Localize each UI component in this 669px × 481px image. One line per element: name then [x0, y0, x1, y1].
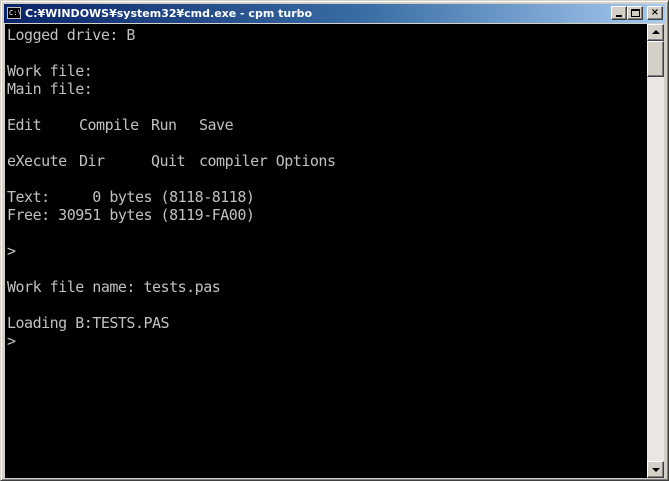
menu-edit: Edit: [7, 116, 42, 134]
menu-compiler-options: compiler Options: [199, 152, 336, 170]
menu-execute: eXecute: [7, 152, 67, 170]
cmd-window: C:\ C:¥WINDOWS¥system32¥cmd.exe - cpm tu…: [0, 0, 669, 481]
scroll-up-button[interactable]: [647, 24, 664, 41]
main-file-line: Main file:: [7, 80, 93, 98]
menu-save: Save: [199, 116, 234, 134]
maximize-icon: [631, 9, 640, 17]
scroll-down-button[interactable]: [647, 461, 664, 478]
close-button[interactable]: ×: [647, 6, 663, 20]
work-file-name-line: Work file name: tests.pas: [7, 278, 221, 296]
menu-compile: Compile: [79, 116, 139, 134]
menu-run: Run: [151, 116, 177, 134]
title-bar[interactable]: C:\ C:¥WINDOWS¥system32¥cmd.exe - cpm tu…: [4, 4, 665, 23]
window-title: C:¥WINDOWS¥system32¥cmd.exe - cpm turbo: [25, 7, 313, 20]
free-memory-line: Free: 30951 bytes (8119-FA00): [7, 206, 255, 224]
arrow-up-icon: [652, 30, 660, 34]
console-icon[interactable]: C:\: [7, 7, 21, 19]
logged-drive-line: Logged drive: B: [7, 26, 135, 44]
prompt-line: >: [7, 242, 16, 260]
vertical-scrollbar[interactable]: [647, 24, 664, 478]
maximize-button[interactable]: [627, 6, 643, 20]
console-output[interactable]: Logged drive: B Work file: Main file: Ed…: [5, 24, 647, 478]
menu-dir: Dir: [79, 152, 105, 170]
minimize-button[interactable]: [611, 6, 627, 20]
menu-quit: Quit: [151, 152, 186, 170]
text-memory-line: Text: 0 bytes (8118-8118): [7, 188, 255, 206]
scroll-thumb[interactable]: [647, 41, 664, 77]
prompt-line: >: [7, 332, 16, 350]
minimize-icon: [616, 15, 622, 17]
loading-line: Loading B:TESTS.PAS: [7, 314, 170, 332]
arrow-down-icon: [652, 468, 660, 472]
close-icon: ×: [650, 7, 660, 18]
work-file-line: Work file:: [7, 62, 93, 80]
